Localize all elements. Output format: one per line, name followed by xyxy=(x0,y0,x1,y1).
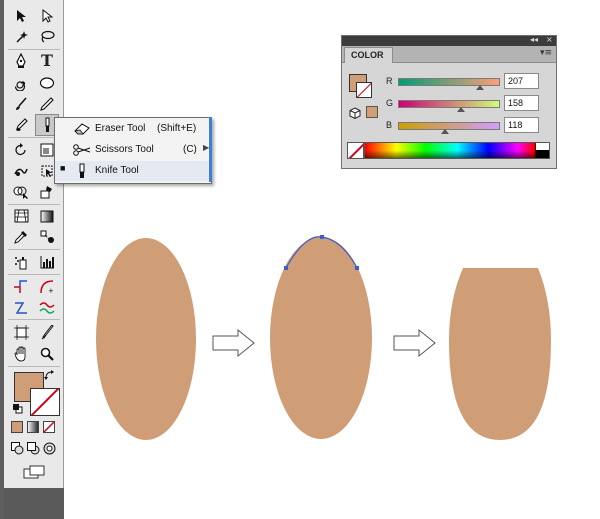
anchor-point[interactable] xyxy=(320,235,324,239)
right-arrow-1 xyxy=(212,328,255,358)
egg-shape-cut[interactable] xyxy=(449,268,551,440)
egg-shape-original[interactable] xyxy=(96,238,196,440)
artboard-canvas xyxy=(96,235,551,440)
anchor-point[interactable] xyxy=(284,266,288,270)
right-arrow-2 xyxy=(393,328,436,358)
anchor-point[interactable] xyxy=(355,266,359,270)
